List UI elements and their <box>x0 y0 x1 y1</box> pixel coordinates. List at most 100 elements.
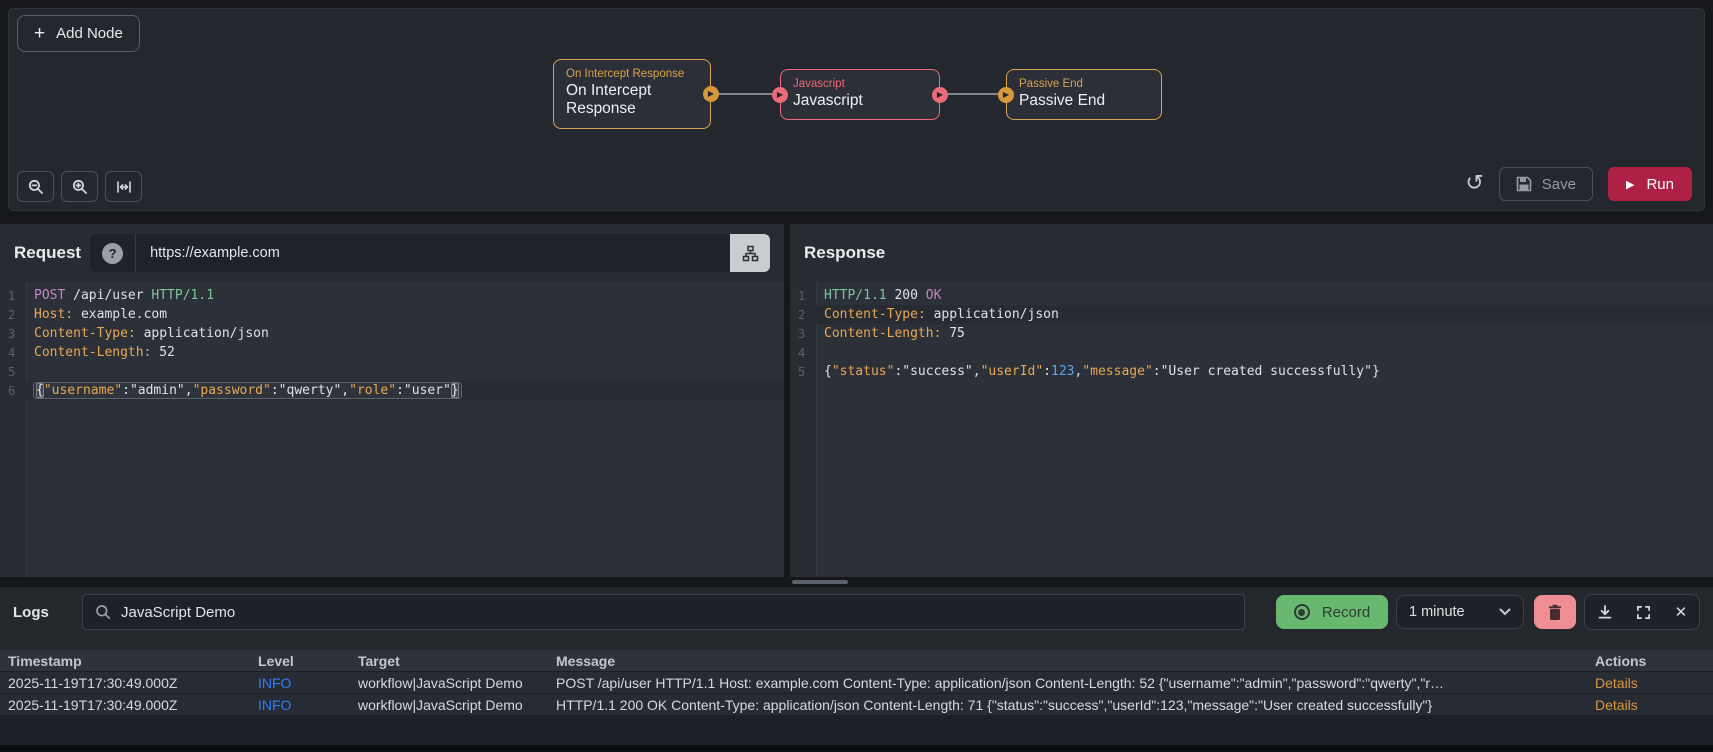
editor-line: 5{"status": "success", "userId":123, "messa… <box>790 362 1713 381</box>
line-number: 5 <box>798 364 806 379</box>
close-icon: ✕ <box>1674 603 1688 621</box>
log-level: INFO <box>258 674 292 691</box>
response-header: Response <box>790 224 1713 282</box>
column-header-level: Level <box>258 652 294 669</box>
url-help-button[interactable]: ? <box>90 234 137 272</box>
code-token: /api/user <box>65 288 152 303</box>
editor-line-content: Content-Type: application/json <box>817 307 1059 322</box>
response-editor[interactable]: 1 HTTP/1.1 200 OK 2 Content-Type: applicati… <box>790 282 1713 577</box>
code-token: 200 <box>886 288 926 303</box>
code-token: Content-Length: <box>824 326 942 341</box>
editor-line: 6{"username": "admin", "password": "qwerty"… <box>0 381 784 400</box>
line-number: 4 <box>8 345 16 360</box>
code-token: : <box>1043 364 1052 379</box>
response-panel: Response 1 HTTP/1.1 200 OK 2 Content-Type: … <box>790 224 1713 577</box>
logs-search-input[interactable]: JavaScript Demo <box>82 594 1245 630</box>
clear-logs-button[interactable] <box>1534 595 1576 629</box>
splitter-drag-handle[interactable] <box>792 580 848 584</box>
request-editor[interactable]: 1 POST /api/user HTTP/1.1 2 Host: example.c… <box>0 282 784 577</box>
node-on-intercept-response[interactable]: On Intercept Response On Intercept Respon… <box>553 59 719 129</box>
output-port-icon[interactable]: ▶ <box>932 86 948 103</box>
zoom-in-icon <box>72 179 87 194</box>
column-header-timestamp: Timestamp <box>8 652 82 669</box>
url-input[interactable]: https://example.com <box>136 234 730 272</box>
line-number: 1 <box>798 288 806 303</box>
logs-search-value: JavaScript Demo <box>121 603 236 621</box>
download-icon <box>1598 605 1612 619</box>
record-icon <box>1293 604 1310 620</box>
logs-window-controls: ✕ <box>1584 594 1700 630</box>
details-link[interactable]: Details <box>1595 675 1713 691</box>
chevron-down-icon <box>1499 608 1511 616</box>
editor-line: 3 Content-Type: application/json <box>0 324 784 343</box>
editor-line-content: Content-Type: application/json <box>27 326 269 341</box>
workflow-canvas[interactable]: + Add Node On Intercept Response On Inter… <box>8 8 1705 211</box>
log-timestamp: 2025-11-19T17:30:49.000Z <box>8 696 178 713</box>
interval-select[interactable]: 1 minute <box>1396 595 1524 629</box>
code-token: { <box>824 364 832 379</box>
input-port-icon[interactable]: ▶ <box>772 86 788 103</box>
code-token: "message" <box>1082 364 1153 379</box>
fit-view-button[interactable] <box>105 171 142 202</box>
code-token: example.com <box>73 307 168 322</box>
zoom-out-button[interactable] <box>17 171 54 202</box>
input-port-icon[interactable]: ▶ <box>998 86 1014 103</box>
line-number: 3 <box>798 326 806 341</box>
code-token: "qwerty" <box>278 383 342 398</box>
line-number: 5 <box>8 364 16 379</box>
log-row: 2025-11-19T17:30:49.000Z INFO workflow|Jav… <box>0 671 1713 693</box>
undo-icon[interactable]: ↺ <box>1465 173 1483 195</box>
fit-width-icon <box>116 180 131 193</box>
code-token: : <box>1152 364 1161 379</box>
add-node-button[interactable]: + Add Node <box>17 15 140 52</box>
download-logs-button[interactable] <box>1597 604 1613 620</box>
details-link[interactable]: Details <box>1595 697 1713 713</box>
code-token: Content-Type: <box>824 307 926 322</box>
request-panel: Request ? https://example.com 1 POST /api… <box>0 224 784 577</box>
play-icon: ▶ <box>1626 177 1635 191</box>
record-label: Record <box>1321 603 1371 621</box>
code-token: OK <box>925 288 942 303</box>
node-title: On Intercept Response <box>566 82 652 118</box>
record-button[interactable]: Record <box>1276 595 1388 629</box>
save-label: Save <box>1541 175 1576 193</box>
code-token: "userId" <box>980 364 1044 379</box>
column-header-target: Target <box>358 652 400 669</box>
close-logs-button[interactable]: ✕ <box>1675 605 1688 620</box>
edge-intercept-to-javascript <box>711 93 780 95</box>
editor-line: 2 Content-Type: application/json <box>790 305 1713 324</box>
logs-table-header: Timestamp Level Target Message Actions <box>0 650 1713 671</box>
log-timestamp: 2025-11-19T17:30:49.000Z <box>8 674 178 691</box>
send-to-workflow-button[interactable] <box>730 234 770 272</box>
code-token: HTTP/1.1 <box>824 288 887 303</box>
node-passive-end[interactable]: Passive End Passive End ▶ <box>998 69 1162 121</box>
code-token: POST <box>34 288 66 303</box>
fullscreen-icon <box>1637 605 1651 619</box>
save-button[interactable]: Save <box>1498 167 1593 201</box>
editor-line-content: POST /api/user HTTP/1.1 <box>27 288 214 303</box>
code-token: Content-Length: <box>34 345 152 360</box>
line-number: 1 <box>8 288 16 303</box>
node-type-label: Passive End <box>1019 78 1083 90</box>
edge-javascript-to-passive-end <box>940 93 1006 95</box>
window-bottom-edge <box>0 745 1713 752</box>
node-title: Javascript <box>793 92 863 109</box>
editor-line-content: Host: example.com <box>27 307 167 322</box>
fullscreen-logs-button[interactable] <box>1636 605 1651 620</box>
add-node-label: Add Node <box>56 25 123 42</box>
run-label: Run <box>1646 175 1674 193</box>
zoom-in-button[interactable] <box>61 171 98 202</box>
code-token: "username" <box>43 383 123 398</box>
code-token: : <box>396 383 404 398</box>
log-message: HTTP/1.1 200 OK Content-Type: applicatio… <box>556 696 1433 713</box>
code-token: : <box>122 383 130 398</box>
code-token: "User created successfully" <box>1160 364 1372 379</box>
output-port-icon[interactable]: ▶ <box>703 85 719 102</box>
editor-line: 1 HTTP/1.1 200 OK <box>790 286 1713 305</box>
node-javascript[interactable]: Javascript Javascript ▶ ▶ <box>772 69 948 121</box>
log-row: 2025-11-19T17:30:49.000Z INFO workflow|Jav… <box>0 693 1713 715</box>
editor-line: 2 Host: example.com <box>0 305 784 324</box>
node-title: Passive End <box>1019 92 1106 109</box>
run-button[interactable]: ▶ Run <box>1608 167 1692 201</box>
line-number: 4 <box>798 345 806 360</box>
